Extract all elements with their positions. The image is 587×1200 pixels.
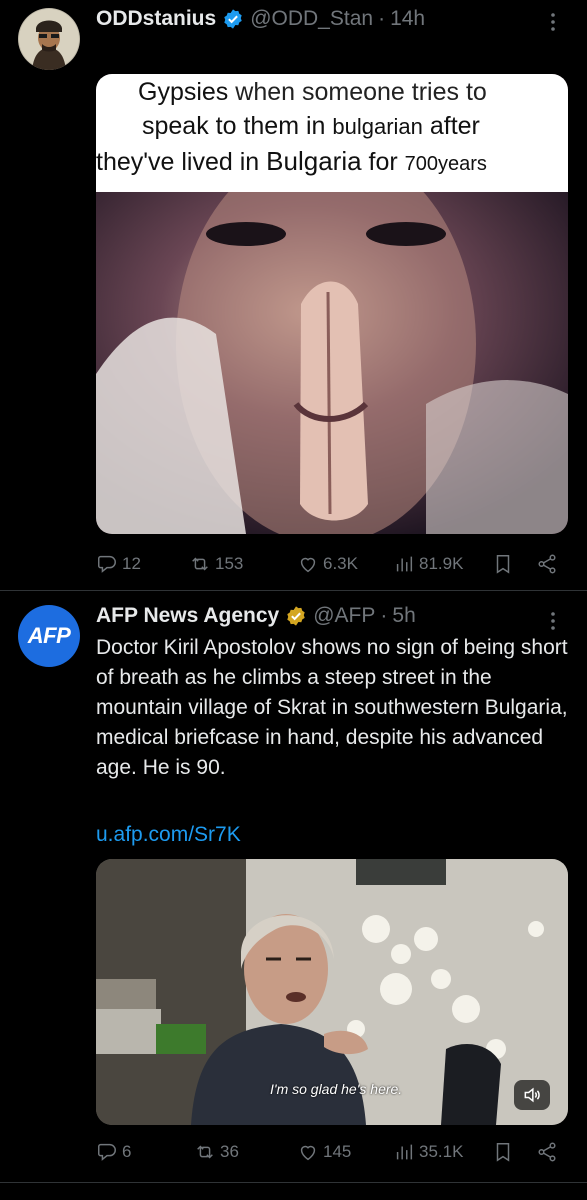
meme-text: Gypsies bbox=[138, 78, 229, 106]
views-button[interactable]: 81.9K bbox=[393, 553, 463, 575]
meme-text: 700years bbox=[404, 153, 487, 175]
bookmark-icon bbox=[496, 555, 510, 574]
tweet-header: AFP News Agency @AFP · 5h bbox=[96, 601, 567, 631]
retweet-button[interactable]: 153 bbox=[189, 553, 243, 575]
share-icon bbox=[538, 554, 556, 574]
tweet-afp[interactable]: AFP AFP News Agency @AFP · 5h Doctor Kir… bbox=[0, 591, 587, 1181]
like-button[interactable]: 145 bbox=[297, 1141, 351, 1163]
views-icon bbox=[396, 556, 413, 572]
mute-button[interactable] bbox=[514, 1080, 550, 1110]
author-handle[interactable]: @AFP bbox=[313, 604, 375, 628]
tweet-oddstanius[interactable]: ODDstanius @ODD_Stan · 14h Gypsies when … bbox=[0, 0, 587, 590]
views-count: 81.9K bbox=[419, 554, 464, 573]
like-button[interactable]: 6.3K bbox=[297, 553, 358, 575]
reply-button[interactable]: 6 bbox=[96, 1141, 131, 1163]
reply-count: 12 bbox=[122, 554, 141, 573]
meme-image[interactable]: Gypsies when someone tries to speak to t… bbox=[96, 74, 568, 534]
retweet-button[interactable]: 36 bbox=[194, 1141, 239, 1163]
heart-icon bbox=[300, 1145, 316, 1161]
retweet-count: 153 bbox=[215, 554, 244, 573]
meme-caption: Gypsies when someone tries to speak to t… bbox=[96, 74, 568, 192]
more-options-icon[interactable] bbox=[541, 10, 565, 34]
author-name[interactable]: ODDstanius bbox=[96, 7, 216, 31]
verified-badge-icon bbox=[222, 8, 244, 30]
views-button[interactable]: 35.1K bbox=[393, 1141, 463, 1163]
action-bar: 12 153 6.3K 81.9K bbox=[96, 549, 562, 579]
meme-text: bulgarian bbox=[332, 114, 423, 139]
views-icon bbox=[396, 1144, 413, 1160]
timestamp[interactable]: 14h bbox=[390, 7, 425, 31]
share-icon bbox=[538, 1142, 556, 1162]
speaker-icon bbox=[524, 1087, 540, 1103]
video-player[interactable]: I'm so glad he's here. bbox=[96, 859, 568, 1125]
retweet-icon bbox=[192, 557, 208, 571]
separator-dot: · bbox=[378, 7, 386, 30]
heart-icon bbox=[300, 557, 316, 573]
more-options-icon[interactable] bbox=[541, 609, 565, 633]
avatar[interactable] bbox=[18, 8, 80, 70]
video-subtitle: I'm so glad he's here. bbox=[270, 1081, 403, 1097]
avatar[interactable]: AFP bbox=[18, 605, 80, 667]
meme-text: after bbox=[429, 112, 480, 140]
tweet-divider bbox=[0, 1182, 587, 1183]
bookmark-icon bbox=[496, 1143, 510, 1162]
action-bar: 6 36 145 35.1K bbox=[96, 1137, 562, 1167]
meme-text: when someone tries to bbox=[235, 78, 487, 106]
like-count: 145 bbox=[323, 1142, 352, 1161]
bookmark-button[interactable] bbox=[492, 553, 514, 575]
like-count: 6.3K bbox=[323, 554, 358, 573]
tweet-text: Doctor Kiril Apostolov shows no sign of … bbox=[96, 636, 568, 779]
verified-badge-icon bbox=[285, 605, 307, 627]
meme-text: they've lived in bbox=[96, 148, 260, 176]
retweet-icon bbox=[197, 1145, 213, 1159]
share-button[interactable] bbox=[536, 553, 558, 575]
reply-icon bbox=[98, 555, 116, 573]
retweet-count: 36 bbox=[220, 1142, 239, 1161]
meme-text: speak to them in bbox=[142, 112, 326, 140]
avatar-logo-text: AFP bbox=[27, 623, 71, 648]
views-count: 35.1K bbox=[419, 1142, 464, 1161]
reply-count: 6 bbox=[122, 1142, 132, 1161]
reply-icon bbox=[98, 1143, 116, 1161]
separator-dot: · bbox=[380, 604, 388, 627]
tweet-link[interactable]: u.afp.com/Sr7K bbox=[96, 823, 241, 847]
meme-text: for bbox=[368, 148, 398, 176]
author-name[interactable]: AFP News Agency bbox=[96, 604, 279, 628]
bookmark-button[interactable] bbox=[492, 1141, 514, 1163]
reply-button[interactable]: 12 bbox=[96, 553, 141, 575]
timestamp[interactable]: 5h bbox=[392, 604, 415, 628]
meme-text: Bulgaria bbox=[266, 146, 362, 176]
share-button[interactable] bbox=[536, 1141, 558, 1163]
author-handle[interactable]: @ODD_Stan bbox=[250, 7, 373, 31]
tweet-header: ODDstanius @ODD_Stan · 14h bbox=[96, 4, 567, 34]
